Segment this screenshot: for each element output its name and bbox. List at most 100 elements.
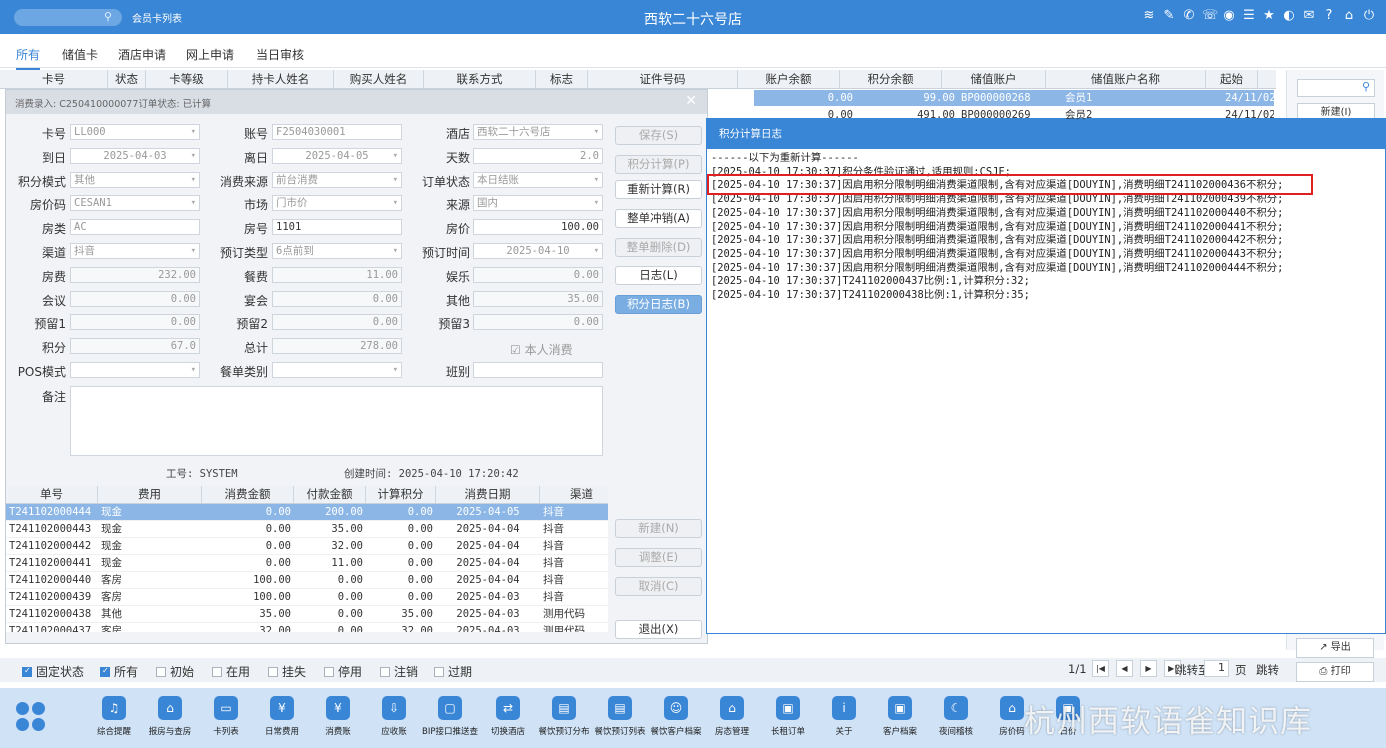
app-logo[interactable] bbox=[16, 702, 46, 732]
field-days[interactable]: 2.0 bbox=[473, 147, 603, 164]
checkbox-icon[interactable] bbox=[22, 666, 32, 677]
column-header[interactable]: 联系方式 bbox=[424, 70, 536, 88]
dock-item-8[interactable]: ▤ 餐饮预订分布 bbox=[534, 696, 594, 737]
grid-header-cell[interactable]: 渠道 bbox=[540, 486, 608, 503]
grid-header-cell[interactable]: 消费金额 bbox=[202, 486, 294, 503]
dock-item-0[interactable]: ♫ 综合提醒 bbox=[84, 696, 144, 737]
tools-icon[interactable]: ✎ bbox=[1162, 8, 1176, 24]
jump-button[interactable]: 跳转 bbox=[1256, 662, 1279, 678]
star-icon[interactable]: ★ bbox=[1262, 8, 1276, 24]
dialog-button-8[interactable]: 调整(E) bbox=[615, 548, 702, 567]
checkbox-icon[interactable] bbox=[268, 666, 278, 677]
field-room[interactable]: 1101 bbox=[272, 219, 402, 236]
grid-header-cell[interactable]: 消费日期 bbox=[436, 486, 540, 503]
grid-row[interactable]: T241102000442 现金 0.00 32.00 0.00 2025-04-04 抖音 bbox=[6, 538, 608, 555]
dock-item-7[interactable]: ⇄ 切换酒店 bbox=[478, 696, 538, 737]
column-header[interactable]: 积分余额 bbox=[840, 70, 942, 88]
grid-header-cell[interactable]: 费用 bbox=[98, 486, 202, 503]
dialog-button-6[interactable]: 积分日志(B) bbox=[615, 295, 702, 314]
phone-icon[interactable]: ✆ bbox=[1182, 8, 1196, 24]
dialog-button-10[interactable]: 退出(X) bbox=[615, 620, 702, 639]
dialog-button-4[interactable]: 整单删除(D) bbox=[615, 238, 702, 257]
checkbox-icon[interactable] bbox=[434, 666, 444, 677]
help-icon[interactable]: ? bbox=[1322, 8, 1336, 24]
export-button[interactable]: ↗ 导出 bbox=[1296, 638, 1374, 658]
palette-icon[interactable]: ◉ bbox=[1222, 8, 1236, 24]
field-rtype[interactable]: AC bbox=[70, 219, 200, 236]
call-icon[interactable]: ☏ bbox=[1202, 8, 1218, 24]
dialog-button-2[interactable]: 重新计算(R) bbox=[615, 180, 702, 199]
tab-2[interactable]: 酒店申请 bbox=[118, 46, 166, 63]
dialog-button-0[interactable]: 保存(S) bbox=[615, 126, 702, 145]
dialog-button-9[interactable]: 取消(C) bbox=[615, 577, 702, 596]
table-row[interactable]: 0.00 99.00 BP000000268 会员1 24/11/02 bbox=[754, 90, 1274, 106]
field-food[interactable]: 11.00 bbox=[272, 266, 402, 283]
search-icon[interactable]: ⚲ bbox=[1362, 80, 1370, 93]
checkbox-icon[interactable] bbox=[100, 666, 110, 677]
column-header[interactable]: 持卡人姓名 bbox=[228, 70, 334, 88]
field-booktype[interactable]: 6点前到 bbox=[272, 243, 402, 259]
grid-row[interactable]: T241102000437 客房 32.00 0.00 32.00 2025-04-03 测… bbox=[6, 623, 608, 632]
self-consume-checkbox[interactable]: ☑ 本人消费 bbox=[510, 341, 573, 358]
filter-1[interactable]: 所有 bbox=[100, 663, 138, 680]
dock-item-2[interactable]: ▭ 卡列表 bbox=[196, 696, 256, 737]
tab-4[interactable]: 当日审核 bbox=[256, 46, 304, 63]
grid-row[interactable]: T241102000438 其他 35.00 0.00 35.00 2025-04-03 测… bbox=[6, 606, 608, 623]
field-dep[interactable]: 2025-04-05 bbox=[272, 147, 402, 164]
column-header[interactable]: 证件号码 bbox=[588, 70, 738, 88]
field-price[interactable]: 100.00 bbox=[473, 219, 603, 236]
field-r3[interactable]: 0.00 bbox=[473, 314, 603, 331]
dock-item-12[interactable]: ▣ 长租订单 bbox=[758, 696, 818, 737]
print-button[interactable]: ⎙ 打印 bbox=[1296, 662, 1374, 682]
filter-2[interactable]: 初始 bbox=[156, 663, 194, 680]
field-account[interactable]: F2504030001 bbox=[272, 124, 402, 140]
dock-item-1[interactable]: ⌂ 报房与查房 bbox=[140, 696, 200, 737]
dock-item-3[interactable]: ¥ 日常费用 bbox=[252, 696, 312, 737]
column-header[interactable]: 卡号 bbox=[0, 70, 108, 88]
column-header[interactable]: 状态 bbox=[108, 70, 146, 88]
checkbox-icon[interactable] bbox=[156, 666, 166, 677]
checkbox-icon[interactable] bbox=[380, 666, 390, 677]
dock-item-6[interactable]: ▢ BIP接口推送查 bbox=[420, 696, 480, 737]
column-header[interactable]: 起始 bbox=[1206, 70, 1258, 88]
filter-0[interactable]: 固定状态 bbox=[22, 663, 84, 680]
field-market[interactable]: 门市价 bbox=[272, 195, 402, 212]
contrast-icon[interactable]: ◐ bbox=[1282, 8, 1296, 24]
note-field[interactable] bbox=[70, 386, 603, 456]
column-header[interactable]: 卡等级 bbox=[146, 70, 228, 88]
card-search-input[interactable]: ⚲ bbox=[1297, 79, 1375, 97]
field-total[interactable]: 278.00 bbox=[272, 338, 402, 355]
dock-item-13[interactable]: i 关于 bbox=[814, 696, 874, 737]
table-row[interactable]: 0.00 491.00 BP000000269 会员2 24/11/02 bbox=[754, 107, 1274, 123]
grid-row[interactable]: T241102000440 客房 100.00 0.00 0.00 2025-04-04 抖… bbox=[6, 572, 608, 589]
tab-0[interactable]: 所有 bbox=[16, 46, 41, 70]
filter-6[interactable]: 注销 bbox=[380, 663, 418, 680]
dialog-button-3[interactable]: 整单冲销(A) bbox=[615, 209, 702, 228]
column-header[interactable]: 账户余额 bbox=[738, 70, 840, 88]
grid-row[interactable]: T241102000444 现金 0.00 200.00 0.00 2025-04-05 抖… bbox=[6, 504, 608, 521]
field-other[interactable]: 35.00 bbox=[473, 290, 603, 307]
field-card_no[interactable]: LL000 bbox=[70, 124, 200, 140]
field-src[interactable]: 前台消费 bbox=[272, 171, 402, 188]
tab-1[interactable]: 储值卡 bbox=[62, 46, 98, 63]
field-r1[interactable]: 0.00 bbox=[70, 314, 200, 331]
dock-item-10[interactable]: ☺ 餐饮客户档案 bbox=[646, 696, 706, 737]
grid-header-cell[interactable]: 付款金额 bbox=[294, 486, 366, 503]
column-header[interactable]: 储值账户名称 bbox=[1046, 70, 1206, 88]
field-ent[interactable]: 0.00 bbox=[473, 266, 603, 283]
prev-page-button[interactable]: ◀ bbox=[1116, 660, 1133, 677]
grid-row[interactable]: T241102000443 现金 0.00 35.00 0.00 2025-04-04 抖音 bbox=[6, 521, 608, 538]
column-header[interactable]: 标志 bbox=[536, 70, 588, 88]
dock-item-5[interactable]: ⇩ 应收账 bbox=[364, 696, 424, 737]
grid-row[interactable]: T241102000441 现金 0.00 11.00 0.00 2025-04-04 抖音 bbox=[6, 555, 608, 572]
page-input[interactable]: 1 bbox=[1204, 660, 1229, 677]
field-mode[interactable]: 其他 bbox=[70, 171, 200, 188]
grid-header-cell[interactable]: 单号 bbox=[6, 486, 98, 503]
checkbox-icon[interactable] bbox=[212, 666, 222, 677]
field-roomfee[interactable]: 232.00 bbox=[70, 266, 200, 283]
power-icon[interactable]: ⏻ bbox=[1362, 8, 1376, 24]
field-hotel[interactable]: 西软二十六号店 bbox=[473, 124, 603, 140]
field-pos[interactable] bbox=[70, 362, 200, 378]
dock-item-15[interactable]: ☾ 夜间稽核 bbox=[926, 696, 986, 737]
next-page-button[interactable]: ▶ bbox=[1140, 660, 1157, 677]
